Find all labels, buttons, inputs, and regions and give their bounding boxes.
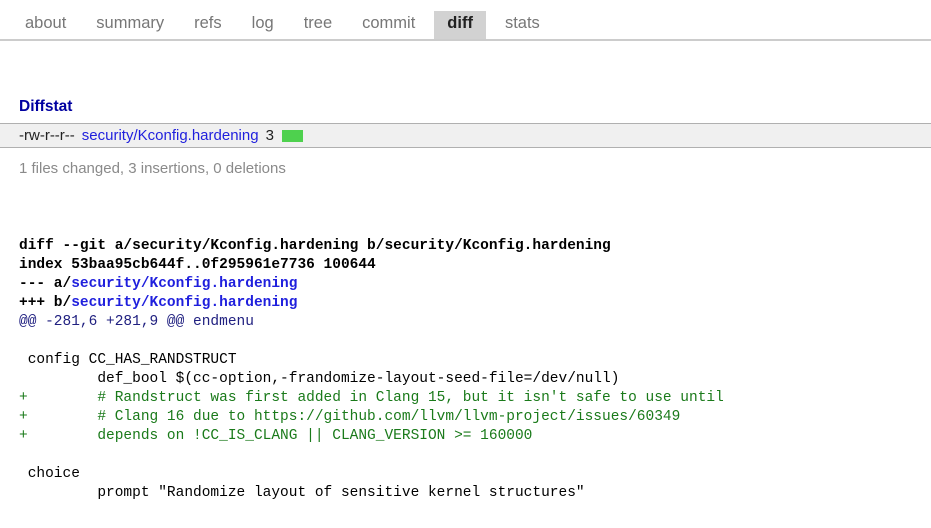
tab-tree[interactable]: tree: [293, 11, 343, 39]
diff-line-ctx: config CC_HAS_RANDSTRUCT: [19, 352, 237, 368]
diff-line-ctx: prompt "Randomize layout of sensitive ke…: [19, 485, 585, 501]
diffstat-file-link[interactable]: security/Kconfig.hardening: [82, 127, 259, 144]
tab-diff[interactable]: diff: [434, 10, 486, 39]
file-mode: -rw-r--r--: [19, 127, 75, 144]
tab-commit[interactable]: commit: [351, 11, 426, 39]
diffstat-summary: 1 files changed, 3 insertions, 0 deletio…: [19, 160, 286, 177]
tab-stats[interactable]: stats: [494, 11, 551, 39]
main-nav-tabbar: about summary refs log tree commit diff stats: [0, 0, 931, 41]
tab-log[interactable]: log: [241, 11, 285, 39]
tab-about[interactable]: about: [14, 11, 77, 39]
diffstat-graph-added: [281, 129, 303, 142]
page-content: Diffstat -rw-r--r-- security/Kconfig.hard…: [0, 98, 931, 503]
diff-line-hunk: @@ -281,6 +281,9 @@ endmenu: [19, 314, 254, 330]
diffstat-table: -rw-r--r-- security/Kconfig.hardening 3: [0, 123, 931, 148]
diffstat-heading: Diffstat: [19, 98, 73, 115]
diff-line-blank: [19, 332, 931, 351]
diff-line-ctx: choice: [19, 466, 80, 482]
diff-line-path: security/Kconfig.hardening: [71, 276, 298, 292]
diff-content: diff --git a/security/Kconfig.hardening …: [19, 237, 931, 503]
diff-line-add: + # Clang 16 due to https://github.com/l…: [19, 409, 681, 425]
diff-line-head: --- a/security/Kconfig.hardening: [19, 275, 931, 294]
diff-line-prefix: diff --git a/security/Kconfig.hardening …: [19, 238, 611, 254]
diff-line-add: + depends on !CC_IS_CLANG || CLANG_VERSI…: [19, 428, 533, 444]
diff-line-ctx: def_bool $(cc-option,-frandomize-layout-…: [19, 371, 620, 387]
tab-summary[interactable]: summary: [85, 11, 175, 39]
diff-line-prefix: +++ b/: [19, 295, 72, 311]
change-count: 3: [265, 127, 274, 144]
diff-line-head: index 53baa95cb644f..0f295961e7736 10064…: [19, 256, 931, 275]
diff-line-head: +++ b/security/Kconfig.hardening: [19, 294, 931, 313]
diff-line-prefix: --- a/: [19, 276, 72, 292]
diff-line-prefix: index 53baa95cb644f..0f295961e7736 10064…: [19, 257, 376, 273]
diff-line-add: + # Randstruct was first added in Clang …: [19, 390, 724, 406]
diff-line-path: security/Kconfig.hardening: [71, 295, 298, 311]
diffstat-row: -rw-r--r-- security/Kconfig.hardening 3: [0, 123, 931, 148]
diff-line-head: diff --git a/security/Kconfig.hardening …: [19, 237, 931, 256]
diff-line-blank: [19, 446, 931, 465]
tab-refs[interactable]: refs: [183, 11, 233, 39]
